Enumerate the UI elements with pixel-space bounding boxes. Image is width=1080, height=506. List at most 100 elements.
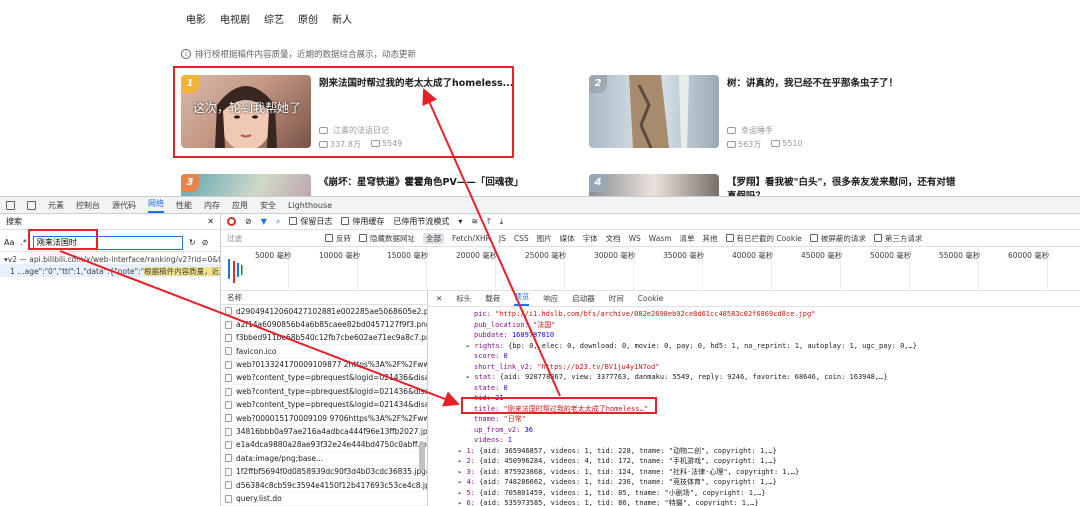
list-header-name[interactable]: 名称 [221,291,427,305]
tab-application[interactable]: 应用 [232,200,248,211]
request-row[interactable]: e1a4dca9880a28ae93f32e24e444bd4750c0abff… [221,439,427,453]
nav-item-original[interactable]: 原创 [298,11,318,26]
file-icon [225,400,232,409]
tab-lighthouse[interactable]: Lighthouse [288,201,332,210]
type-filter-media[interactable]: 媒体 [560,233,575,244]
refresh-icon[interactable]: ↻ [189,238,196,247]
wifi-icon[interactable]: ≋ [471,217,478,226]
request-row[interactable]: d29049412060427102881e002285ae5068605e2.… [221,305,427,319]
video-title[interactable]: 【罗翔】看我被"白头"，很多亲友发来慰问，还有对错真假吗？ [727,176,957,196]
throttle-select[interactable]: 已停用节流模式 [393,216,449,227]
request-row[interactable]: web?000015170009109 9706https%3A%2F%2Fww… [221,412,427,426]
tab-cookies[interactable]: Cookie [638,294,663,303]
ranking-card-4[interactable]: 4 【罗翔】看我被"白头"，很多亲友发来慰问，还有对错真假吗？ [589,174,969,196]
ranking-card-3[interactable]: 3 《崩坏：星穹铁道》霍霍角色PV——「回魂夜」 [181,174,561,196]
type-filter-js[interactable]: JS [499,234,506,243]
json-line[interactable]: ▸ 1: {aid: 365946857, videos: 1, tid: 22… [458,446,777,457]
request-row[interactable]: 34816bbb0a97ae216a4adbca444f96e13ffb2027… [221,426,427,439]
match-case-icon[interactable]: Aa [4,238,14,247]
type-filter-wasm[interactable]: Wasm [649,234,672,243]
request-row[interactable]: web?content_type=pbrequest&logid=021436&… [221,372,427,386]
nav-item-variety[interactable]: 综艺 [264,11,284,26]
json-line[interactable]: ▸ 4: {aid: 748286662, videos: 1, tid: 23… [458,477,777,488]
upload-icon[interactable]: ⤒ [487,217,491,227]
type-filter-ws[interactable]: WS [629,234,641,243]
invert-checkbox[interactable]: 反转 [325,233,351,244]
tab-initiator[interactable]: 启动器 [572,293,595,304]
tab-security[interactable]: 安全 [260,200,276,211]
inspect-icon[interactable] [6,200,15,210]
json-line[interactable]: ▸ 5: {aid: 705801459, videos: 1, tid: 85… [458,488,766,499]
disable-cache-checkbox[interactable]: 停用缓存 [341,216,384,227]
video-stats: 563万 5510 [727,139,803,150]
request-row[interactable]: f3bbed911be68b540c12fb7cbe602ae71ec9a8c7… [221,332,427,346]
filter-input[interactable]: 过滤 [227,233,317,244]
nav-item-rookie[interactable]: 新人 [332,11,352,26]
search-result-file[interactable]: ▾v2 — api.bilibili.com/x/web-interface/r… [0,252,220,264]
device-toolbar-icon[interactable] [27,200,36,210]
chevron-down-icon[interactable]: ▾ [458,217,462,226]
filter-icon[interactable]: ▼ [261,217,267,226]
tab-memory[interactable]: 内存 [204,200,220,211]
request-row[interactable]: 1f2ffbf5694f0d0858939dc90f3d4b03cdc36835… [221,466,427,480]
clear-icon[interactable]: ⊘ [202,238,209,247]
request-row[interactable]: data:image/png;base... [221,452,427,466]
search-result-line[interactable]: 1 …age":"0","ttl":1,"data":{"note":"根据稿件… [0,264,220,277]
request-row[interactable]: d56384c8cb59c3594e4150f12b417693c53ce4c8… [221,479,427,493]
video-title[interactable]: 树：讲真的，我已经不在乎那条虫子了！ [727,77,957,91]
tab-payload[interactable]: 载荷 [485,293,500,304]
close-icon[interactable]: ✕ [436,294,442,303]
tab-preview[interactable]: 预览 [514,291,530,306]
video-thumbnail[interactable]: 2 [589,75,719,148]
type-filter-doc[interactable]: 文档 [606,233,621,244]
type-filter-img[interactable]: 图片 [537,233,552,244]
tab-headers[interactable]: 标头 [456,293,471,304]
nav-item-tv[interactable]: 电视剧 [220,11,250,26]
json-line[interactable]: ▸ 6: {aid: 535973585, videos: 1, tid: 86… [458,498,759,506]
hide-data-urls-checkbox[interactable]: 隐藏数据网址 [359,233,415,244]
type-filter-manifest[interactable]: 清单 [680,233,695,244]
type-filter-other[interactable]: 其他 [703,233,718,244]
tab-performance[interactable]: 性能 [176,200,192,211]
close-icon[interactable]: ✕ [207,217,214,226]
preserve-log-checkbox[interactable]: 保留日志 [289,216,332,227]
request-row[interactable]: web?013324170009109877 2https%3A%2F%2Fww… [221,359,427,372]
request-row[interactable]: favicon.ico [221,345,427,359]
tab-network[interactable]: 网络 [148,198,164,213]
video-title[interactable]: 《崩坏：星穹铁道》霍霍角色PV——「回魂夜」 [319,176,549,190]
json-line[interactable]: ▸ 3: {aid: 875923868, videos: 1, tid: 12… [458,467,799,478]
search-icon[interactable]: ⌕ [276,217,280,227]
clear-log-icon[interactable]: ⊘ [245,217,252,226]
type-filter-font[interactable]: 字体 [583,233,598,244]
type-filter-css[interactable]: CSS [514,234,529,243]
timeline-overview[interactable]: 5000 毫秒 10000 毫秒 15000 毫秒 20000 毫秒 25000… [221,247,1080,291]
json-line[interactable]: ▸ 2: {aid: 450996284, videos: 4, tid: 17… [458,456,777,467]
tab-response[interactable]: 响应 [543,293,558,304]
blocked-cookies-checkbox[interactable]: 有已拦截的 Cookie [725,233,802,244]
request-row[interactable]: a2f14a6090856b4a6b85caee82bd0457127f9f3.… [221,318,427,332]
type-filter-xhr[interactable]: Fetch/XHR [452,234,491,243]
nav-item-movie[interactable]: 电影 [186,11,206,26]
request-row[interactable]: query.list.do [221,492,427,506]
blocked-requests-checkbox[interactable]: 被屏蔽的请求 [809,233,866,244]
file-icon [225,320,232,329]
tab-elements[interactable]: 元素 [48,200,64,211]
ranking-card-2[interactable]: 2 树：讲真的，我已经不在乎那条虫子了！ 幸运睡手 563万 5510 [589,75,969,159]
scrollbar[interactable] [419,441,425,471]
tab-timing[interactable]: 时间 [609,293,624,304]
record-icon[interactable] [227,217,236,226]
video-thumbnail[interactable]: 3 [181,174,311,196]
regex-icon[interactable]: .* [20,238,27,247]
video-thumbnail[interactable]: 4 [589,174,719,196]
json-line: state: 0 [474,383,508,392]
json-line[interactable]: ▸ stat: {aid: 920778367, view: 3377763, … [466,372,887,383]
json-line[interactable]: ▸ rights: {bp: 0, elec: 0, download: 0, … [466,341,917,352]
third-party-checkbox[interactable]: 第三方请求 [873,233,922,244]
tab-sources[interactable]: 源代码 [112,200,136,211]
request-row[interactable]: web?content_type=pbrequest&logid=021436&… [221,385,427,399]
uploader[interactable]: 幸运睡手 [727,125,773,136]
tab-console[interactable]: 控制台 [76,200,100,211]
download-icon[interactable]: ⤓ [500,217,504,227]
type-filter-all[interactable]: 全部 [423,233,444,244]
request-row[interactable]: web?content_type=pbrequest&logid=021434&… [221,399,427,413]
